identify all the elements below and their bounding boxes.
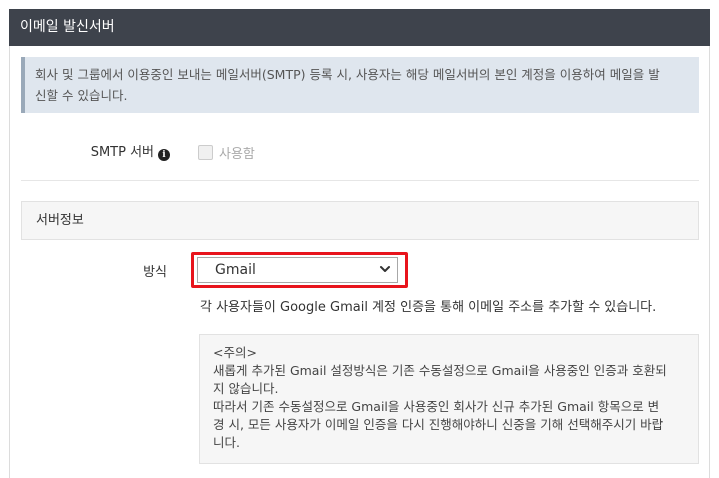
server-info-title: 서버정보 xyxy=(36,213,84,228)
caution-line: 지 않습니다. xyxy=(213,381,279,396)
divider xyxy=(21,180,699,181)
caution-line: 따라서 기존 수동설정으로 Gmail을 사용중인 회사가 신규 추가된 Gma… xyxy=(213,399,660,414)
caution-line: <주의> xyxy=(213,345,257,360)
caution-line: 니다. xyxy=(213,435,240,450)
checkbox-box[interactable] xyxy=(198,145,213,160)
chevron-down-icon xyxy=(380,266,390,272)
info-notice: 회사 및 그룹에서 이용중인 보내는 메일서버(SMTP) 등록 시, 사용자는… xyxy=(21,57,699,113)
caution-line: 새롭게 추가된 Gmail 설정방식은 기존 수동설정으로 Gmail을 사용중… xyxy=(213,363,667,378)
smtp-server-label: SMTP 서버 i xyxy=(70,141,170,161)
method-helper-text: 각 사용자들이 Google Gmail 계정 인증을 통해 이메일 주소를 추… xyxy=(200,300,657,315)
caution-line: 경 시, 모든 사용자가 이메일 인증을 다시 진행해야하니 신중을 기해 선택… xyxy=(213,417,664,432)
notice-line-2: 신할 수 있습니다. xyxy=(35,88,128,103)
server-info-heading: 서버정보 xyxy=(21,201,699,240)
notice-line-1: 회사 및 그룹에서 이용중인 보내는 메일서버(SMTP) 등록 시, 사용자는… xyxy=(35,67,660,82)
caution-box: <주의> 새롭게 추가된 Gmail 설정방식은 기존 수동설정으로 Gmail… xyxy=(199,334,699,464)
smtp-enable-checkbox[interactable]: 사용함 xyxy=(198,143,255,162)
method-selected-value: Gmail xyxy=(215,262,256,278)
method-select[interactable]: Gmail xyxy=(197,257,398,283)
method-label: 방식 xyxy=(143,265,167,280)
info-icon[interactable]: i xyxy=(158,149,170,161)
section-header: 이메일 발신서버 xyxy=(9,9,710,46)
smtp-label-text: SMTP 서버 xyxy=(90,145,154,160)
section-title: 이메일 발신서버 xyxy=(20,19,115,35)
checkbox-label: 사용함 xyxy=(219,147,255,162)
